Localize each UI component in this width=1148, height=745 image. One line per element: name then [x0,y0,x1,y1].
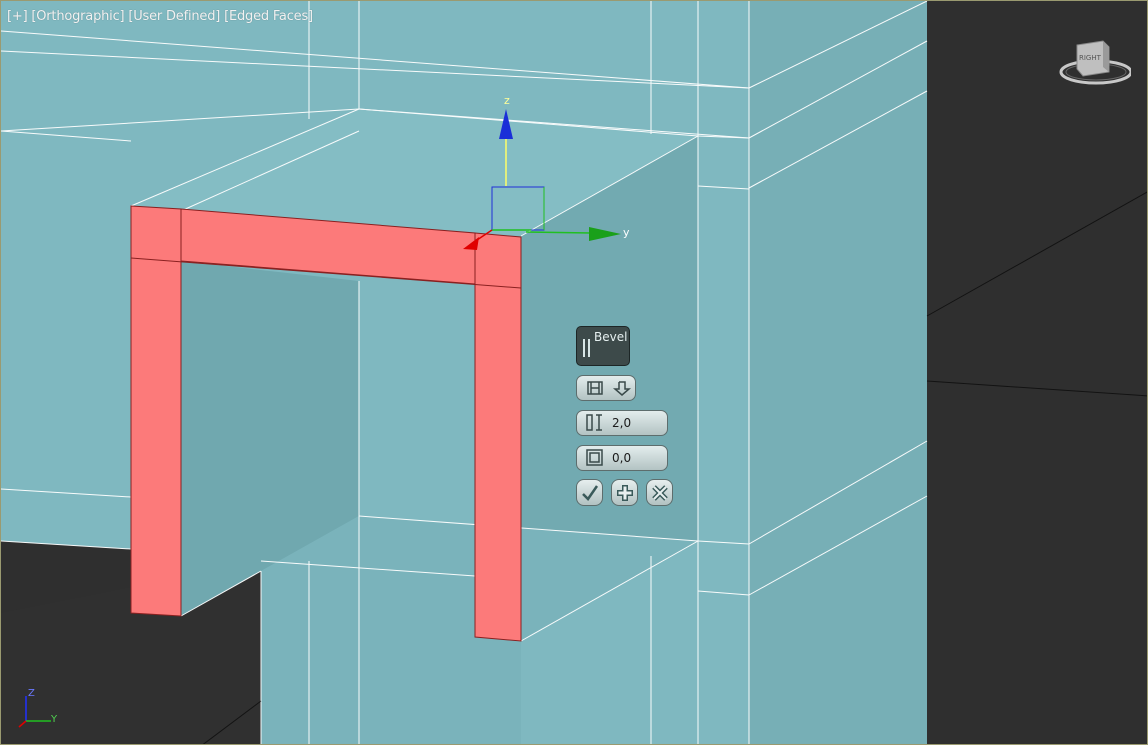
viewport-point-of-view-menu[interactable]: [Orthographic] [31,9,124,24]
viewport-general-menu[interactable]: [+] [7,9,28,24]
checkmark-icon [582,485,599,501]
height-icon [586,414,602,431]
viewport-shading-menu[interactable]: [User Defined] [128,9,220,24]
perspective-viewport[interactable]: z y Z Y [+] [Orthographic] [User Defined… [0,0,1148,745]
scene-mesh[interactable] [1,1,1148,745]
viewcube[interactable]: RIGHT [1059,39,1133,89]
bevel-height-spinner[interactable]: 2,0 [576,410,668,436]
tripod-y-label: Y [51,714,58,725]
bevel-caddy-title[interactable]: Bevel [576,326,630,366]
close-icon [652,485,668,501]
viewport-label-menu: [+] [Orthographic] [User Defined] [Edged… [7,9,313,24]
group-icon [587,381,603,395]
bevel-height-value[interactable]: 2,0 [612,416,631,430]
bevel-outline-value[interactable]: 0,0 [612,451,631,465]
tripod-z-label: Z [28,688,35,699]
bevel-type-dropdown[interactable] [576,375,636,401]
gizmo-z-label: z [504,94,510,107]
outline-icon [586,449,603,466]
gizmo-y-label: y [623,226,630,239]
plus-icon [617,485,633,501]
bevel-outline-spinner[interactable]: 0,0 [576,445,668,471]
ok-button[interactable] [576,479,603,506]
cancel-button[interactable] [646,479,673,506]
bevel-caddy-title-text: Bevel [594,330,628,344]
apply-and-continue-button[interactable] [611,479,638,506]
caddy-grip-icon[interactable] [583,339,590,357]
arrow-down-icon [612,381,632,396]
viewcube-face-label: RIGHT [1079,54,1101,62]
viewport-edged-faces-menu[interactable]: [Edged Faces] [224,9,313,24]
